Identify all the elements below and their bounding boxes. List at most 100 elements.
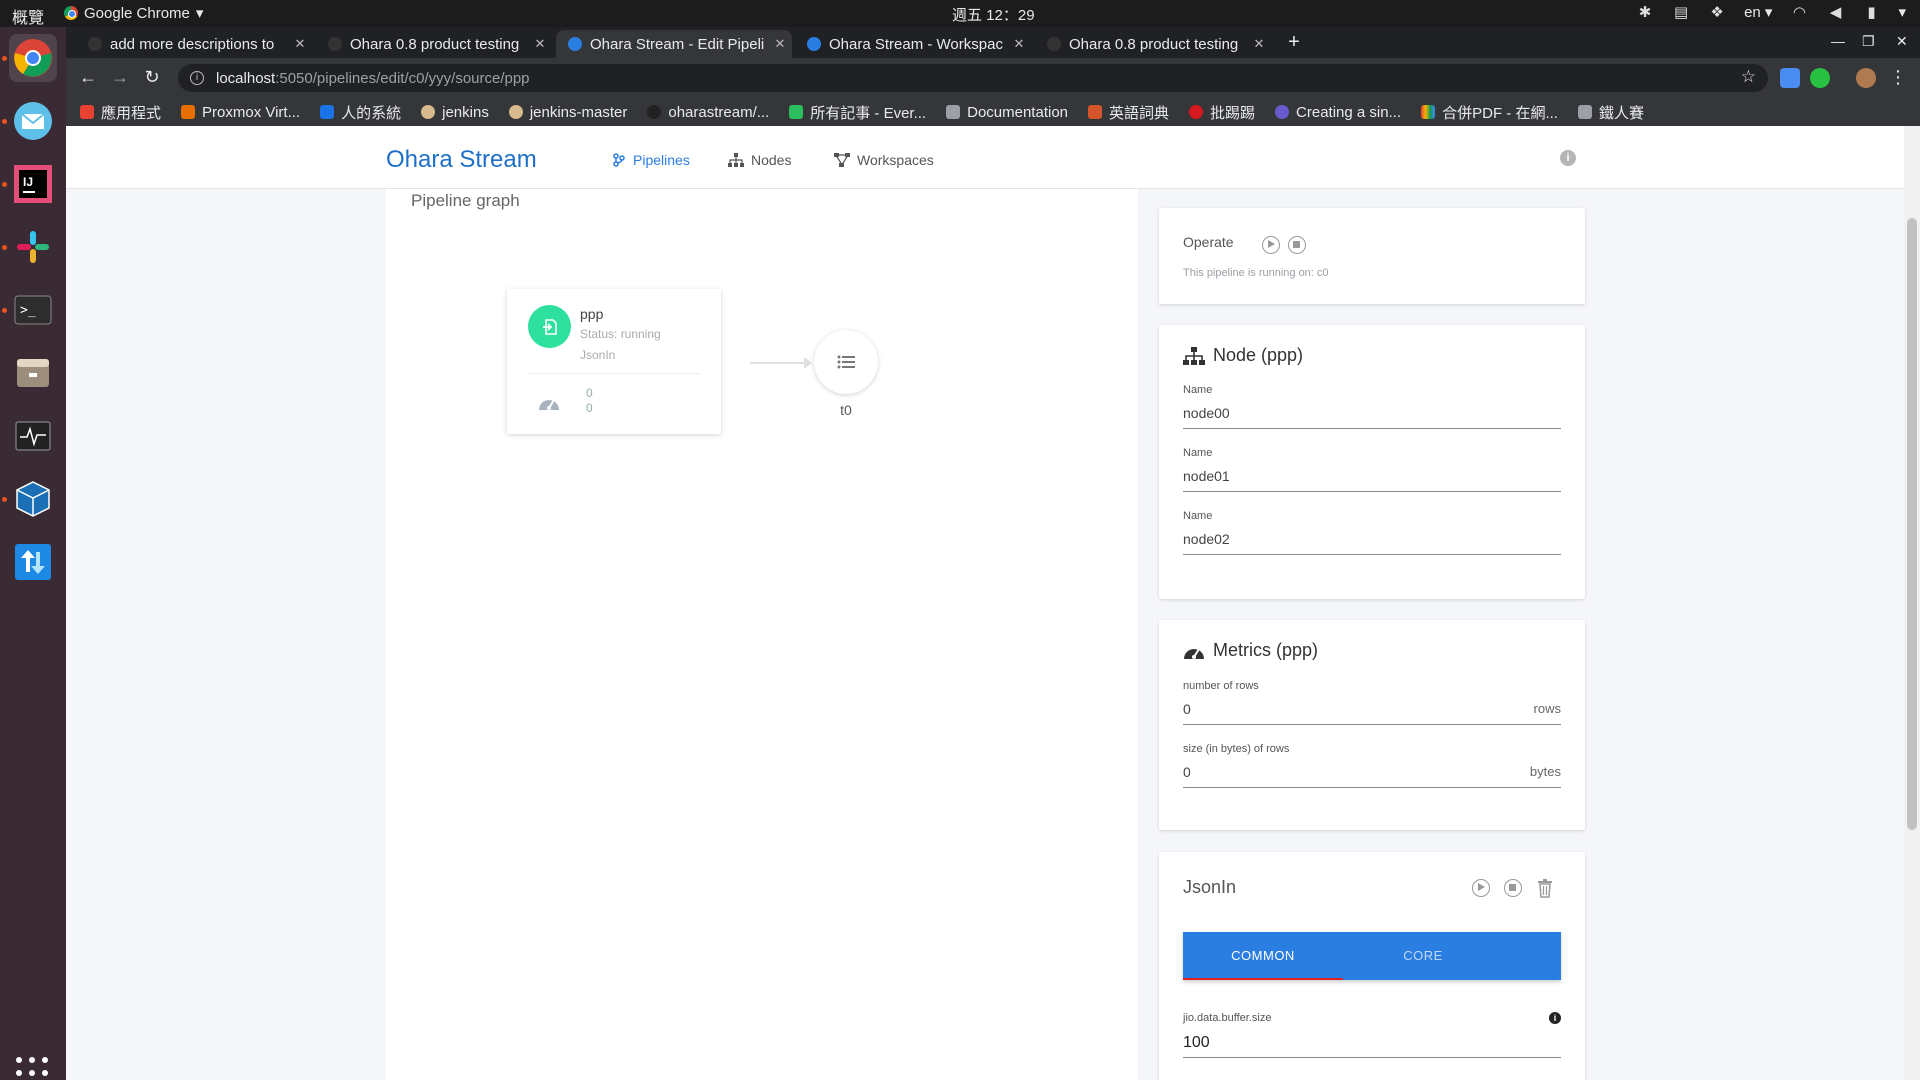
dock-files[interactable] bbox=[9, 349, 57, 397]
tab-core[interactable]: CORE bbox=[1343, 932, 1503, 980]
activities-button[interactable]: 概覽 bbox=[12, 4, 44, 28]
restore-icon[interactable]: ❐ bbox=[1862, 33, 1875, 50]
brand-logo[interactable]: Ohara Stream bbox=[386, 146, 537, 174]
buffer-size-input[interactable]: 100 bbox=[1183, 1032, 1561, 1058]
dock-terminal[interactable]: >_ bbox=[9, 286, 57, 334]
bookmark-item[interactable]: 合併PDF - 在網... bbox=[1421, 102, 1558, 123]
bookmark-star-icon[interactable]: ☆ bbox=[1741, 67, 1756, 87]
show-applications-button[interactable] bbox=[16, 1057, 48, 1089]
nav-pipelines[interactable]: Pipelines bbox=[612, 152, 690, 168]
system-clock[interactable]: 週五 12：29 bbox=[952, 4, 1035, 25]
connector-card: JsonIn COMMON CORE jio.data.buffer.size … bbox=[1159, 852, 1585, 1080]
bookmark-item[interactable]: 應用程式 bbox=[80, 102, 161, 123]
nav-nodes[interactable]: Nodes bbox=[728, 152, 791, 168]
trash-icon[interactable] bbox=[1537, 878, 1553, 898]
slack-tray-icon[interactable]: ✱ bbox=[1636, 3, 1654, 21]
stop-connector-button[interactable] bbox=[1504, 879, 1522, 897]
running-indicator bbox=[2, 182, 7, 187]
folder-icon bbox=[1577, 105, 1592, 119]
bookmark-item[interactable]: Proxmox Virt... bbox=[181, 104, 300, 121]
metric-rows-value: 0 bbox=[1183, 701, 1191, 717]
browser-tab[interactable]: add more descriptions to ✕ bbox=[76, 30, 312, 58]
browser-tab-active[interactable]: Ohara Stream - Edit Pipeli ✕ bbox=[556, 30, 792, 58]
new-tab-button[interactable]: + bbox=[1282, 31, 1306, 55]
connector-card-title: JsonIn bbox=[1183, 877, 1237, 897]
drive-tray-icon[interactable]: ▤ bbox=[1672, 3, 1690, 21]
scrollbar-thumb[interactable] bbox=[1907, 218, 1917, 830]
node-name-field[interactable]: node00 bbox=[1183, 403, 1561, 429]
bookmark-item[interactable]: Creating a sin... bbox=[1275, 104, 1401, 121]
node-card-header: Node (ppp) bbox=[1183, 345, 1303, 366]
dropbox-tray-icon[interactable]: ❖ bbox=[1708, 3, 1726, 21]
back-button[interactable]: ← bbox=[76, 66, 100, 90]
browser-tab[interactable]: Ohara 0.8 product testing ✕ bbox=[316, 30, 552, 58]
node-name-field[interactable]: node01 bbox=[1183, 466, 1561, 492]
graph-node-topic[interactable] bbox=[814, 330, 878, 394]
battery-icon[interactable]: ▮ bbox=[1862, 3, 1880, 21]
forward-button[interactable]: → bbox=[108, 66, 132, 90]
bookmark-label: 所有記事 - Ever... bbox=[810, 104, 927, 122]
slack-icon bbox=[17, 231, 49, 263]
app-menu[interactable]: Google Chrome ▾ bbox=[64, 4, 203, 22]
browser-tab[interactable]: Ohara Stream - Workspac ✕ bbox=[795, 30, 1031, 58]
url-bar[interactable]: i localhost:5050/pipelines/edit/c0/yyy/s… bbox=[178, 64, 1768, 92]
tab-common[interactable]: COMMON bbox=[1183, 932, 1343, 980]
dock-intellij[interactable]: IJ bbox=[9, 160, 57, 208]
running-indicator bbox=[2, 497, 7, 502]
chevron-down-icon[interactable]: ▾ bbox=[1898, 3, 1906, 21]
dock-mail[interactable] bbox=[9, 97, 57, 145]
node-name: ppp bbox=[580, 306, 604, 322]
close-icon[interactable]: ✕ bbox=[528, 36, 552, 52]
reload-button[interactable]: ↻ bbox=[140, 66, 164, 90]
profile-avatar[interactable] bbox=[1856, 68, 1876, 88]
bookmark-item[interactable]: jenkins bbox=[421, 104, 489, 121]
bookmark-item[interactable]: 英語詞典 bbox=[1088, 102, 1169, 123]
page-scrollbar[interactable] bbox=[1904, 126, 1920, 1080]
node-name-field[interactable]: node02 bbox=[1183, 529, 1561, 555]
app-menu-label: Google Chrome bbox=[84, 4, 190, 22]
info-icon[interactable]: i bbox=[190, 71, 204, 85]
github-icon bbox=[88, 37, 102, 51]
dock-slack[interactable] bbox=[9, 223, 57, 271]
start-connector-button[interactable] bbox=[1472, 879, 1490, 897]
close-icon[interactable]: ✕ bbox=[1247, 36, 1271, 52]
bookmark-item[interactable]: oharastream/... bbox=[647, 104, 769, 121]
close-icon[interactable]: ✕ bbox=[1007, 36, 1031, 52]
close-icon[interactable]: ✕ bbox=[768, 36, 792, 52]
info-icon[interactable]: i bbox=[1560, 150, 1576, 166]
bookmark-item[interactable]: 所有記事 - Ever... bbox=[789, 102, 926, 123]
dock-chrome[interactable] bbox=[9, 34, 57, 82]
bookmark-item[interactable]: jenkins-master bbox=[508, 104, 627, 121]
volume-icon[interactable]: ◀ bbox=[1826, 3, 1844, 21]
close-icon[interactable]: ✕ bbox=[288, 36, 312, 52]
field-label: size (in bytes) of rows bbox=[1183, 743, 1290, 755]
bookmark-item[interactable]: 批踢踢 bbox=[1189, 102, 1255, 123]
wifi-icon[interactable]: ◠ bbox=[1790, 3, 1808, 21]
bookmark-item[interactable]: Documentation bbox=[946, 104, 1068, 121]
bookmark-item[interactable]: 人的系統 bbox=[320, 102, 401, 123]
metrics-card: Metrics (ppp) number of rows 0 rows size… bbox=[1159, 620, 1585, 830]
pipeline-graph-panel: Pipeline graph ppp Status: running JsonI… bbox=[386, 189, 1138, 1080]
minimize-icon[interactable]: — bbox=[1831, 33, 1845, 49]
keyboard-layout-indicator[interactable]: en ▾ bbox=[1744, 3, 1772, 21]
line-extension-icon[interactable] bbox=[1810, 68, 1830, 88]
info-icon[interactable]: i bbox=[1549, 1012, 1561, 1024]
dock-transfer-app[interactable] bbox=[9, 538, 57, 586]
connector-tabs: COMMON CORE bbox=[1183, 932, 1561, 980]
bookmark-label: jenkins bbox=[442, 103, 489, 121]
tachometer-icon bbox=[1184, 647, 1204, 659]
graph-node-source[interactable]: ppp Status: running JsonIn 0 0 bbox=[507, 289, 721, 434]
dock-virtualbox[interactable] bbox=[9, 475, 57, 523]
translate-extension-icon[interactable] bbox=[1780, 68, 1800, 88]
nav-workspaces[interactable]: Workspaces bbox=[834, 152, 934, 168]
browser-tab[interactable]: Ohara 0.8 product testing ✕ bbox=[1035, 30, 1271, 58]
start-pipeline-button[interactable] bbox=[1262, 236, 1280, 254]
article-icon bbox=[1275, 105, 1290, 119]
dock-system-monitor[interactable] bbox=[9, 412, 57, 460]
close-window-icon[interactable]: ✕ bbox=[1896, 33, 1908, 50]
bookmark-folder[interactable]: 鐵人賽 bbox=[1577, 102, 1644, 123]
apps-grid-icon bbox=[80, 105, 94, 119]
pipeline-icon bbox=[613, 153, 625, 167]
browser-menu-icon[interactable]: ⋮ bbox=[1886, 66, 1910, 90]
stop-pipeline-button[interactable] bbox=[1288, 236, 1306, 254]
